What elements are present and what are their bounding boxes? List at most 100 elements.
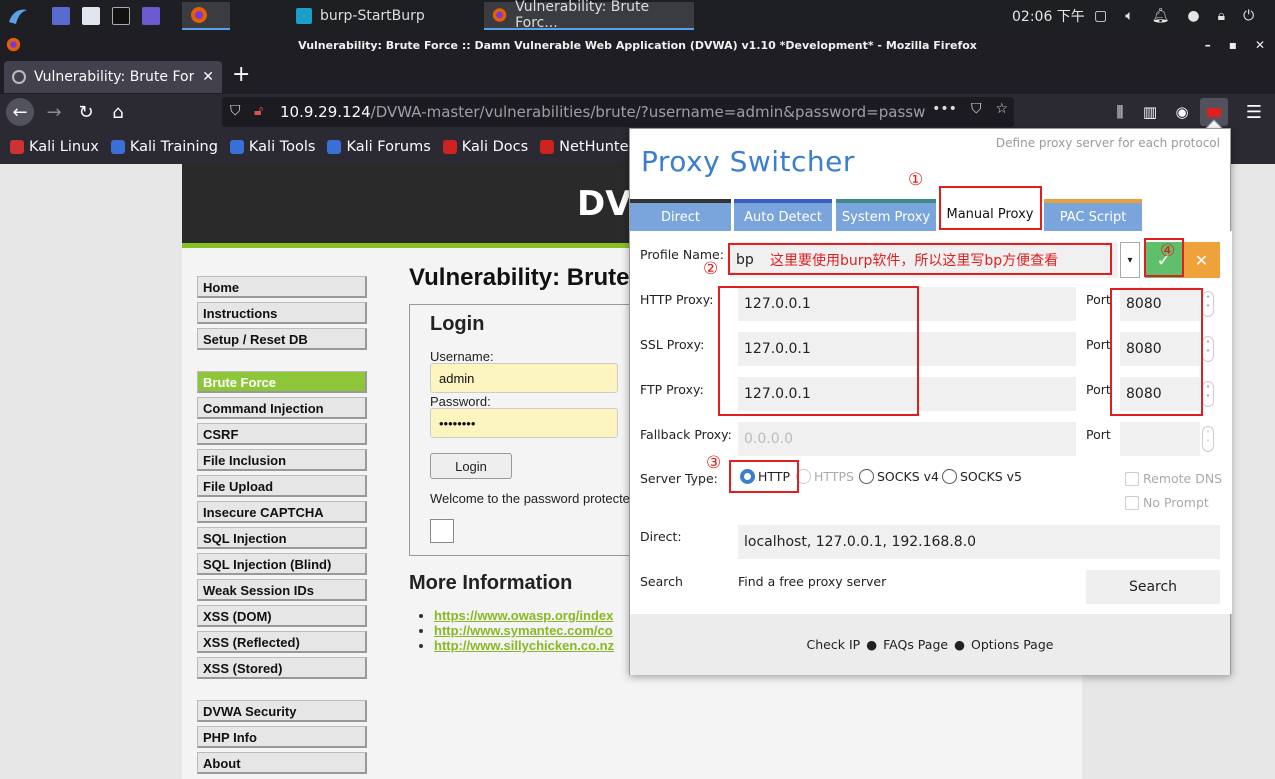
volume-icon[interactable]: 🔈︎ [1125, 8, 1133, 24]
options-link[interactable]: Options Page [971, 637, 1053, 652]
menu-item[interactable]: Instructions [197, 302, 367, 324]
forward-icon[interactable]: → [40, 98, 68, 126]
username-input[interactable]: admin [430, 363, 618, 393]
cancel-button[interactable]: ✕ [1183, 242, 1220, 278]
menu-item[interactable]: PHP Info [197, 726, 367, 748]
dvwa-menu: Home Instructions Setup / Reset DB Brute F… [197, 276, 367, 778]
file-manager-icon[interactable] [82, 7, 100, 25]
ftp-port-stepper[interactable]: ˄ ˅ [1202, 381, 1214, 407]
menu-item[interactable]: SQL Injection (Blind) [197, 553, 367, 575]
more-info-heading: More Information [409, 572, 573, 594]
terminal-icon[interactable] [112, 7, 130, 25]
shield-icon[interactable]: ⛉ [230, 103, 241, 119]
workspace-icon[interactable] [52, 7, 70, 25]
firefox-taskbar-icon[interactable] [182, 2, 230, 30]
annotation-number-1: ① [908, 170, 924, 190]
direct-input[interactable]: localhost, 127.0.0.1, 192.168.8.0 [738, 525, 1220, 559]
display-icon[interactable]: ▢ [1094, 8, 1107, 24]
fallback-proxy-label: Fallback Proxy: [640, 427, 732, 442]
tab-auto-detect[interactable]: Auto Detect [734, 199, 832, 231]
bookmark-kali-linux[interactable]: Kali Linux [10, 139, 99, 155]
bookmark-star-icon[interactable]: ☆ [995, 101, 1008, 117]
reload-icon[interactable]: ↻ [72, 98, 100, 126]
menu-item[interactable]: File Upload [197, 475, 367, 497]
tab-close-icon[interactable]: ✕ [202, 69, 214, 85]
tab-dvwa[interactable]: Vulnerability: Brute Force ✕ [4, 61, 222, 93]
bookmark-nethunter[interactable]: NetHunter [540, 139, 634, 155]
bookmark-kali-tools[interactable]: Kali Tools [229, 139, 315, 155]
tab-system-proxy[interactable]: System Proxy [836, 199, 936, 231]
fallback-port-stepper[interactable]: ˄ ˅ [1202, 426, 1214, 452]
page-actions-icon[interactable]: ••• [932, 101, 957, 117]
faqs-link[interactable]: FAQs Page [883, 637, 948, 652]
window-titlebar: Vulnerability: Brute Force :: Damn Vulne… [0, 32, 1275, 58]
update-icon[interactable]: ● [1187, 8, 1199, 24]
welcome-text: Welcome to the password protecte [430, 491, 630, 506]
menu-item[interactable]: Home [197, 276, 367, 298]
tab-pac-script[interactable]: PAC Script [1044, 199, 1142, 231]
menu-item[interactable]: About [197, 752, 367, 774]
tab-direct[interactable]: Direct [630, 199, 731, 231]
broken-image-icon [430, 519, 454, 543]
no-prompt-checkbox[interactable]: No Prompt [1125, 495, 1209, 510]
radio-socks5[interactable]: SOCKS v5 [942, 469, 1022, 484]
close-icon[interactable]: ✕ [1255, 38, 1265, 52]
http-port-stepper[interactable]: ˄ ˅ [1202, 291, 1214, 317]
fallback-proxy-input[interactable]: 0.0.0.0 [738, 422, 1076, 456]
menu-item[interactable]: XSS (DOM) [197, 605, 367, 627]
notification-icon[interactable]: 🔔︎ [1152, 8, 1170, 24]
link[interactable]: http://www.symantec.com/co [434, 623, 613, 638]
minimize-icon[interactable]: – [1205, 38, 1211, 52]
account-icon[interactable]: ◉ [1168, 98, 1196, 126]
radio-socks4[interactable]: SOCKS v4 [859, 469, 939, 484]
app-icon[interactable] [142, 7, 160, 25]
password-label: Password: [430, 394, 491, 409]
menu-item[interactable]: File Inclusion [197, 449, 367, 471]
taskbar-burp[interactable]: burp-StartBurp [288, 2, 478, 30]
menu-icon[interactable]: ☰ [1240, 98, 1268, 126]
home-icon[interactable]: ⌂ [104, 98, 132, 126]
taskbar-firefox[interactable]: Vulnerability: Brute Forc... [484, 0, 694, 31]
profile-dropdown-icon[interactable]: ▾ [1120, 242, 1140, 278]
menu-item[interactable]: Brute Force [197, 371, 367, 393]
radio-https[interactable]: HTTPS [796, 469, 854, 484]
menu-item[interactable]: DVWA Security [197, 700, 367, 722]
clock[interactable]: 02:06 下午 [1012, 0, 1085, 32]
menu-item[interactable]: XSS (Stored) [197, 657, 367, 679]
power-icon[interactable]: ⏻ [1243, 8, 1254, 24]
back-icon[interactable]: ← [6, 98, 34, 126]
check-ip-link[interactable]: Check IP [807, 637, 861, 652]
password-input[interactable]: •••••••• [430, 408, 618, 438]
search-button[interactable]: Search [1086, 570, 1220, 604]
login-button[interactable]: Login [430, 453, 512, 479]
pocket-icon[interactable]: ⛉ [971, 101, 982, 117]
library-icon[interactable]: ⫼ [1106, 98, 1134, 126]
maximize-icon[interactable]: ▪ [1229, 38, 1237, 52]
menu-item[interactable]: Setup / Reset DB [197, 328, 367, 350]
bookmark-kali-training[interactable]: Kali Training [110, 139, 218, 155]
remote-dns-checkbox[interactable]: Remote DNS [1125, 471, 1222, 486]
menu-item[interactable]: Insecure CAPTCHA [197, 501, 367, 523]
bookmark-kali-forums[interactable]: Kali Forums [327, 139, 431, 155]
popup-footer: Check IP ● FAQs Page ● Options Page [630, 614, 1230, 675]
window-title: Vulnerability: Brute Force :: Damn Vulne… [298, 38, 977, 52]
link[interactable]: https://www.owasp.org/index [434, 608, 613, 623]
insecure-lock-icon[interactable]: 🔓︎ [254, 103, 263, 119]
lock-icon[interactable]: 🔒︎ [1218, 8, 1225, 24]
bookmark-kali-docs[interactable]: Kali Docs [442, 139, 528, 155]
taskbar: burp-StartBurp Vulnerability: Brute Forc… [0, 0, 1275, 32]
url-bar[interactable]: ⛉ 🔓︎ 10.9.29.124/DVWA-master/vulnerabili… [222, 97, 1014, 127]
kali-menu-icon[interactable] [6, 0, 30, 32]
menu-item[interactable]: CSRF [197, 423, 367, 445]
menu-item[interactable]: XSS (Reflected) [197, 631, 367, 653]
menu-item[interactable]: Weak Session IDs [197, 579, 367, 601]
link[interactable]: http://www.sillychicken.co.nz [434, 638, 614, 653]
new-tab-icon[interactable]: + [232, 64, 250, 86]
more-info-links: https://www.owasp.org/index http://www.s… [434, 608, 614, 653]
docs-icon [442, 140, 457, 154]
fallback-port-input[interactable] [1120, 422, 1200, 456]
menu-item[interactable]: Command Injection [197, 397, 367, 419]
menu-item[interactable]: SQL Injection [197, 527, 367, 549]
sidebar-icon[interactable]: ▥ [1136, 98, 1164, 126]
ssl-port-stepper[interactable]: ˄ ˅ [1202, 336, 1214, 362]
